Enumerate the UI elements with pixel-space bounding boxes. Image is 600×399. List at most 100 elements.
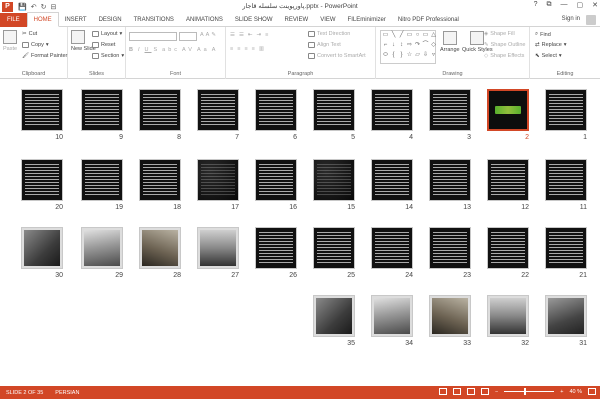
align-buttons[interactable]: ≡ ≡ ≡ ≡ ▥ [230,46,266,52]
language-indicator[interactable]: PERSIAN [55,390,79,396]
select-button[interactable]: ⬉ Select ▾ [535,53,562,59]
slide-thumbnail[interactable] [429,295,471,337]
normal-view-icon[interactable] [439,388,448,395]
slide-thumbnail[interactable] [81,159,123,201]
maximize-icon[interactable]: ▢ [577,1,584,9]
section-button[interactable]: Section ▾ [92,53,124,59]
tab-transitions[interactable]: TRANSITIONS [128,13,180,27]
close-icon[interactable]: ✕ [592,1,598,9]
shape-fill-button[interactable]: ◈ Shape Fill [484,31,515,37]
slide-thumbnail[interactable] [545,227,587,269]
tab-design[interactable]: DESIGN [93,13,128,27]
layout-button[interactable]: Layout ▾ [92,31,122,37]
tab-home[interactable]: HOME [26,12,59,27]
slide-thumbnail[interactable] [313,227,355,269]
slide-thumbnail[interactable] [371,227,413,269]
tab-fileminimizer[interactable]: FILEminimizer [342,13,392,27]
cut-button[interactable]: ✂ Cut [22,31,37,37]
slide-thumbnail[interactable] [371,295,413,337]
tab-slide-show[interactable]: SLIDE SHOW [229,13,279,27]
slide-thumbnail[interactable] [21,227,63,269]
slide-number: 17 [231,204,239,211]
shape-effects-button[interactable]: ◇ Shape Effects [484,53,524,59]
tab-file[interactable]: FILE [0,12,27,27]
shape-outline-button[interactable]: ✎ Shape Outline [484,42,525,48]
slide-thumbnail[interactable] [255,89,297,131]
slide-thumbnail[interactable] [487,89,529,131]
sign-in-link[interactable]: Sign in [562,16,580,22]
find-button[interactable]: ⌕ Find [535,31,551,38]
zoom-slider[interactable] [504,388,555,395]
text-direction-button[interactable]: Text Direction [308,31,350,37]
slide-thumbnail[interactable] [81,227,123,269]
zoom-level[interactable]: 40 % [569,389,582,395]
slide-sorter-view-icon[interactable] [453,388,462,395]
slide-thumbnail[interactable] [487,227,529,269]
copy-button[interactable]: Copy ▾ [22,42,49,48]
title-bar: P 💾 ↶ ↻ ⊟ پاورپوینت سلسله قاجار.pptx - P… [0,0,600,13]
slide-thumbnail[interactable] [139,159,181,201]
replace-button[interactable]: ⇄ Replace ▾ [535,42,567,48]
font-size-buttons[interactable]: A A ✎ [200,32,216,38]
align-text-button[interactable]: Align Text [308,42,341,48]
effects-icon: ◇ [484,53,489,59]
slide-thumbnail[interactable] [139,227,181,269]
slide-thumbnail[interactable] [81,89,123,131]
slide-thumbnail[interactable] [21,89,63,131]
align-text-icon [308,42,315,48]
slide-text-lines [317,232,351,264]
slide-thumbnail[interactable] [429,159,471,201]
drawing-group-label: Drawing [442,71,463,77]
convert-to-smartart-button[interactable]: Convert to SmartArt [308,53,366,59]
help-icon[interactable]: ? [534,1,538,9]
minimize-icon[interactable]: — [561,1,568,9]
shapes-gallery[interactable]: ▭ ╲ ╱ ▭ ○ ▭ △ ⌐ ↓ ↕ ⇨ ↷ ⌒ ◇ ⬭{} ☆ ▱ ⇩ ▿ [380,30,436,64]
slide-thumbnail[interactable] [197,227,239,269]
ribbon-display-options-icon[interactable]: ⧉ [547,1,552,9]
slide-thumbnail[interactable] [371,89,413,131]
slide-thumbnail[interactable] [545,89,587,131]
paste-button[interactable]: Paste [3,30,17,52]
slide-thumbnail[interactable] [313,159,355,201]
tab-animations[interactable]: ANIMATIONS [180,13,229,27]
tab-view[interactable]: VIEW [314,13,341,27]
zoom-in-button[interactable]: + [560,389,563,395]
slide-thumbnail[interactable] [255,227,297,269]
arrange-button[interactable]: Arrange [440,31,460,53]
slide-thumbnail[interactable] [487,295,529,337]
format-painter-button[interactable]: 🖌 Format Painter [22,53,67,59]
slide-thumbnail[interactable] [429,227,471,269]
reading-view-icon[interactable] [467,388,476,395]
font-size-select[interactable] [179,32,197,41]
slide-counter: SLIDE 2 OF 35 [6,389,44,396]
reset-button[interactable]: Reset [92,42,115,48]
font-name-select[interactable] [129,32,177,41]
zoom-out-button[interactable]: − [495,389,498,395]
slide-text-lines [317,164,351,196]
slide-thumbnail[interactable] [255,159,297,201]
bullets-buttons[interactable]: ☰ ☰ ⇤ ⇥ ≡ [230,32,270,38]
tab-insert[interactable]: INSERT [59,13,93,27]
slide-thumbnail[interactable] [21,159,63,201]
slide-thumbnail[interactable] [139,89,181,131]
clipboard-group-label: Clipboard [21,71,46,77]
fit-slide-to-window-icon[interactable] [588,388,596,395]
slide-thumbnail[interactable] [487,159,529,201]
slide-thumbnail[interactable] [545,295,587,337]
slide-thumbnail[interactable] [313,89,355,131]
font-format-buttons[interactable]: B I U Sabc AV Aa A [129,47,218,53]
tab-review[interactable]: REVIEW [279,13,315,27]
slide-thumbnail[interactable] [197,159,239,201]
slide-thumbnail[interactable] [371,159,413,201]
tab-nitro-pdf[interactable]: Nitro PDF Professional [392,13,465,27]
slide-number: 23 [463,272,471,279]
avatar[interactable] [586,15,596,25]
slide-show-view-icon[interactable] [481,388,490,395]
slide-thumbnail[interactable] [429,89,471,131]
slide-thumbnail[interactable] [197,89,239,131]
paintbrush-icon: 🖌 [22,53,29,59]
slide-thumbnail[interactable] [545,159,587,201]
slide-thumbnail[interactable] [313,295,355,337]
editing-group-label: Editing [556,71,574,77]
smartart-icon [308,53,315,59]
